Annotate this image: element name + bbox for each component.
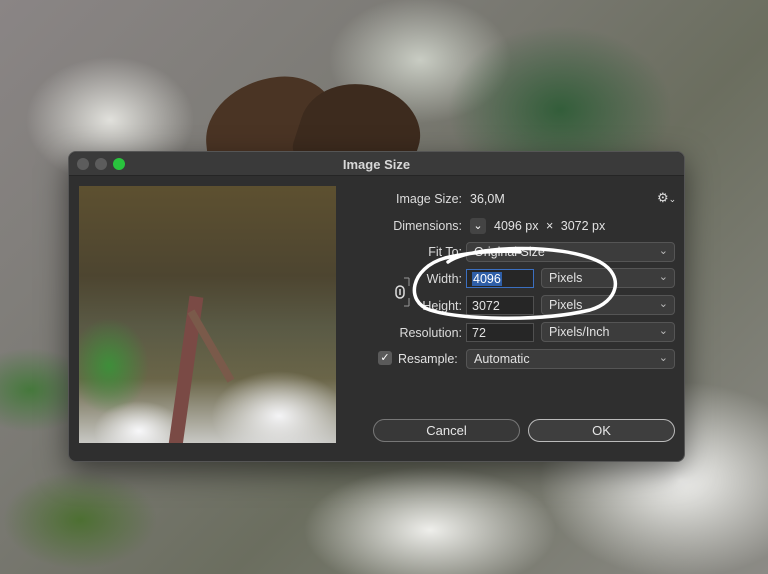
dimensions-height: 3072 px [560, 219, 606, 233]
fit-to-value: Original Size [474, 245, 545, 259]
checkmark-icon: ✓ [380, 352, 390, 364]
dimensions-width: 4096 px [494, 219, 539, 233]
resolution-unit-select[interactable]: Pixels/Inch ⌄ [541, 322, 675, 342]
width-input[interactable]: 4096 [466, 269, 534, 288]
chevron-down-icon: ⌄ [658, 352, 668, 364]
height-unit-select[interactable]: Pixels ⌄ [541, 295, 675, 315]
dialog-title: Image Size [342, 157, 411, 172]
resample-value: Automatic [474, 352, 530, 366]
resolution-unit-value: Pixels/Inch [549, 325, 610, 339]
dimensions-label: Dimensions: [393, 219, 462, 233]
image-preview[interactable] [79, 186, 336, 443]
chevron-down-icon: ⌄ [658, 271, 668, 283]
fit-to-select[interactable]: Original Size ⌄ [466, 242, 675, 262]
dimensions-separator: × [545, 219, 554, 233]
image-size-label: Image Size: [395, 192, 462, 206]
resolution-input[interactable]: 72 [466, 323, 534, 342]
image-size-value: 36,0M [470, 192, 505, 206]
fit-to-label: Fit To: [428, 245, 462, 259]
resolution-label: Resolution: [399, 326, 462, 340]
resample-label: Resample: [398, 352, 458, 366]
cancel-button[interactable]: Cancel [373, 419, 520, 442]
title-bar: Image Size [69, 152, 684, 176]
resample-select[interactable]: Automatic ⌄ [466, 349, 675, 369]
chevron-down-icon: ⌄ [658, 325, 668, 337]
resample-checkbox[interactable]: ✓ [378, 351, 392, 365]
ok-button[interactable]: OK [528, 419, 675, 442]
chevron-down-icon: ⌄ [658, 245, 668, 257]
width-value: 4096 [472, 272, 502, 286]
width-label: Width: [426, 272, 462, 286]
chevron-down-icon: ⌄ [658, 298, 668, 310]
height-label: Height: [422, 299, 462, 313]
chevron-down-icon[interactable]: ⌄ [470, 218, 486, 234]
width-unit-value: Pixels [549, 271, 583, 285]
dimensions-value: 4096 px × 3072 px [494, 219, 605, 233]
image-size-dialog: Image Size Image Size: 36,0M ⚙⌄ Dimensio… [68, 151, 685, 462]
height-input[interactable]: 3072 [466, 296, 534, 315]
height-unit-value: Pixels [549, 298, 583, 312]
width-unit-select[interactable]: Pixels ⌄ [541, 268, 675, 288]
gear-icon[interactable]: ⚙⌄ [657, 190, 676, 206]
